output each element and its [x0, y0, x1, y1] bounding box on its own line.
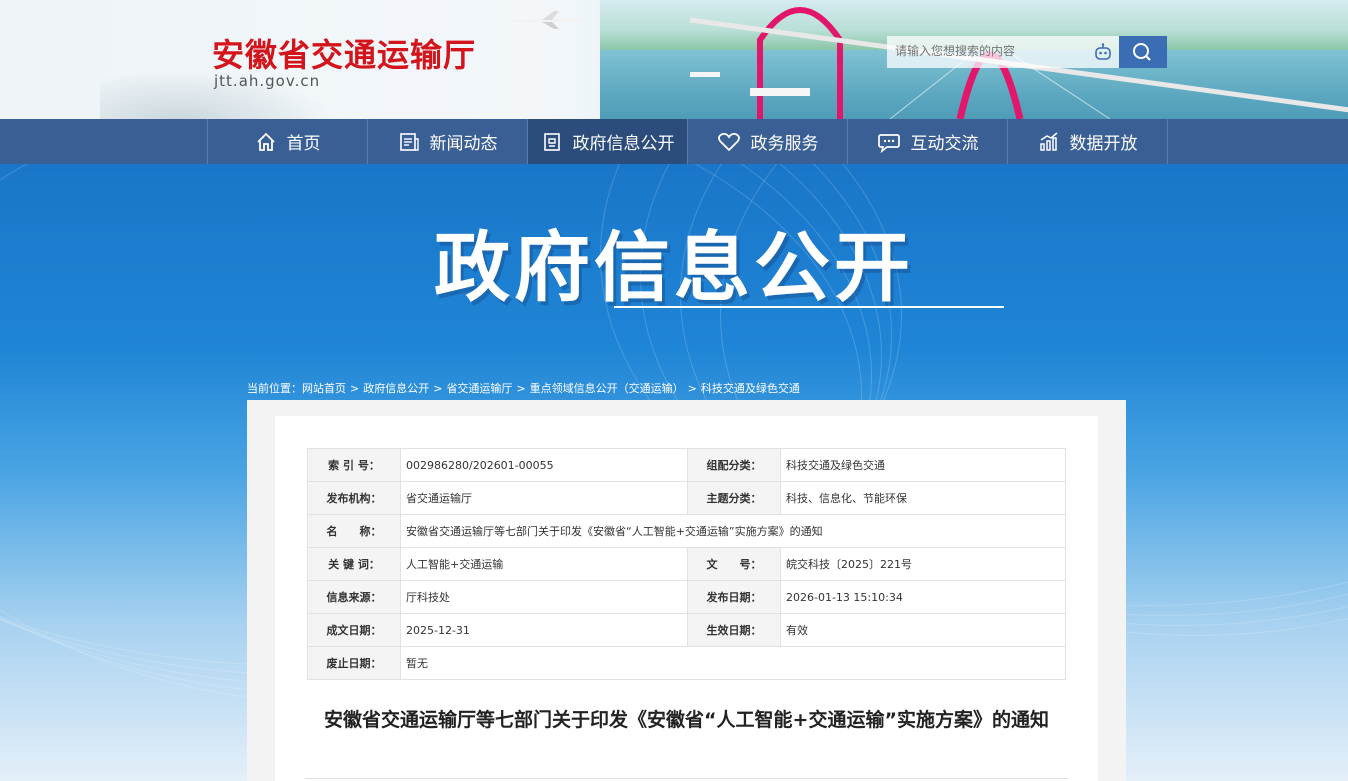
banner-underline: [614, 306, 1004, 308]
meta-key: 组配分类：: [687, 448, 781, 482]
nav-item-gov-info[interactable]: 政府信息公开: [528, 119, 688, 164]
document-icon: [543, 132, 560, 151]
site-title[interactable]: 安徽省交通运输厅: [212, 30, 476, 76]
table-row: 名 称： 安徽省交通运输厅等七部门关于印发《安徽省“人工智能+交通运输”实施方案…: [307, 514, 1066, 548]
meta-value: 2025-12-31: [400, 613, 688, 647]
nav-item-interaction[interactable]: 互动交流: [848, 119, 1008, 164]
meta-key: 文 号：: [687, 547, 781, 581]
nav-label: 新闻动态: [429, 134, 498, 154]
document-metadata-table: 索 引 号： 002986280/202601-00055 组配分类： 科技交通…: [307, 448, 1066, 680]
meta-value: 皖交科技〔2025〕221号: [780, 547, 1066, 581]
meta-value: 人工智能+交通运输: [400, 547, 688, 581]
meta-value: 省交通运输厅: [400, 481, 688, 515]
airplane-icon: [514, 11, 586, 29]
divider: [305, 778, 1068, 779]
main-nav: 首页 新闻动态 政府信息公开 政务服务 互动交流 数据开放: [0, 119, 1348, 164]
breadcrumb-prefix: 当前位置：: [247, 382, 302, 395]
content-card: 索 引 号： 002986280/202601-00055 组配分类： 科技交通…: [275, 416, 1098, 781]
search-button[interactable]: [1119, 36, 1167, 68]
meta-value: 安徽省交通运输厅等七部门关于印发《安徽省“人工智能+交通运输”实施方案》的通知: [400, 514, 1066, 548]
home-icon: [256, 132, 275, 151]
document-title: 安徽省交通运输厅等七部门关于印发《安徽省“人工智能+交通运输”实施方案》的通知: [324, 709, 1049, 731]
nav-item-services[interactable]: 政务服务: [688, 119, 848, 164]
meta-value: 科技交通及绿色交通: [780, 448, 1066, 482]
content-panel: 索 引 号： 002986280/202601-00055 组配分类： 科技交通…: [247, 400, 1126, 781]
chart-icon: [1039, 131, 1057, 151]
breadcrumb-separator: >: [687, 382, 697, 395]
meta-key: 名 称：: [307, 514, 401, 548]
meta-key: 发布机构：: [307, 481, 401, 515]
nav-label: 互动交流: [910, 134, 979, 154]
meta-value: 002986280/202601-00055: [400, 448, 688, 482]
site-header: 安徽省交通运输厅 jtt.ah.gov.cn: [0, 0, 1348, 119]
meta-key: 索 引 号：: [307, 448, 401, 482]
meta-value: 暂无: [400, 646, 1066, 680]
nav-label: 数据开放: [1069, 134, 1138, 154]
table-row: 废止日期： 暂无: [307, 646, 1066, 680]
nav-label: 政务服务: [750, 134, 819, 154]
table-row: 关 键 词： 人工智能+交通运输 文 号： 皖交科技〔2025〕221号: [307, 547, 1066, 581]
nav-label: 首页: [286, 134, 321, 154]
breadcrumb-link[interactable]: 科技交通及绿色交通: [701, 382, 800, 395]
meta-value: 科技、信息化、节能环保: [780, 481, 1066, 515]
search-box: [887, 36, 1119, 68]
nav-item-home[interactable]: 首页: [208, 119, 368, 164]
table-row: 信息来源： 厅科技处 发布日期： 2026-01-13 15:10:34: [307, 580, 1066, 614]
meta-key: 主题分类：: [687, 481, 781, 515]
robot-icon[interactable]: [1093, 42, 1113, 62]
nav-label: 政府信息公开: [572, 134, 675, 154]
chat-icon: [877, 133, 900, 153]
breadcrumb: 当前位置：网站首页 > 政府信息公开 > 省交通运输厅 > 重点领域信息公开（交通运输） > 科…: [247, 380, 804, 396]
table-row: 成文日期： 2025-12-31 生效日期： 有效: [307, 613, 1066, 647]
meta-key: 生效日期：: [687, 613, 781, 647]
meta-value: 2026-01-13 15:10:34: [780, 580, 1066, 614]
site-url: jtt.ah.gov.cn: [214, 72, 321, 90]
meta-key: 发布日期：: [687, 580, 781, 614]
heart-icon: [717, 132, 740, 151]
meta-key: 废止日期：: [307, 646, 401, 680]
banner-title: 政府信息公开: [434, 223, 914, 312]
breadcrumb-link[interactable]: 重点领域信息公开（交通运输）: [530, 382, 684, 395]
meta-key: 成文日期：: [307, 613, 401, 647]
breadcrumb-link[interactable]: 网站首页: [302, 382, 346, 395]
breadcrumb-link[interactable]: 省交通运输厅: [446, 382, 512, 395]
search-input[interactable]: [887, 36, 1093, 66]
meta-value: 厅科技处: [400, 580, 688, 614]
table-row: 索 引 号： 002986280/202601-00055 组配分类： 科技交通…: [307, 448, 1066, 482]
nav-item-open-data[interactable]: 数据开放: [1008, 119, 1168, 164]
nav-item-news[interactable]: 新闻动态: [368, 119, 528, 164]
meta-key: 信息来源：: [307, 580, 401, 614]
meta-key: 关 键 词：: [307, 547, 401, 581]
search-icon: [1133, 43, 1151, 61]
breadcrumb-separator: >: [516, 382, 526, 395]
news-icon: [399, 132, 419, 151]
meta-value: 有效: [780, 613, 1066, 647]
breadcrumb-link[interactable]: 政府信息公开: [363, 382, 429, 395]
breadcrumb-separator: >: [350, 382, 360, 395]
table-row: 发布机构： 省交通运输厅 主题分类： 科技、信息化、节能环保: [307, 481, 1066, 515]
breadcrumb-separator: >: [433, 382, 443, 395]
